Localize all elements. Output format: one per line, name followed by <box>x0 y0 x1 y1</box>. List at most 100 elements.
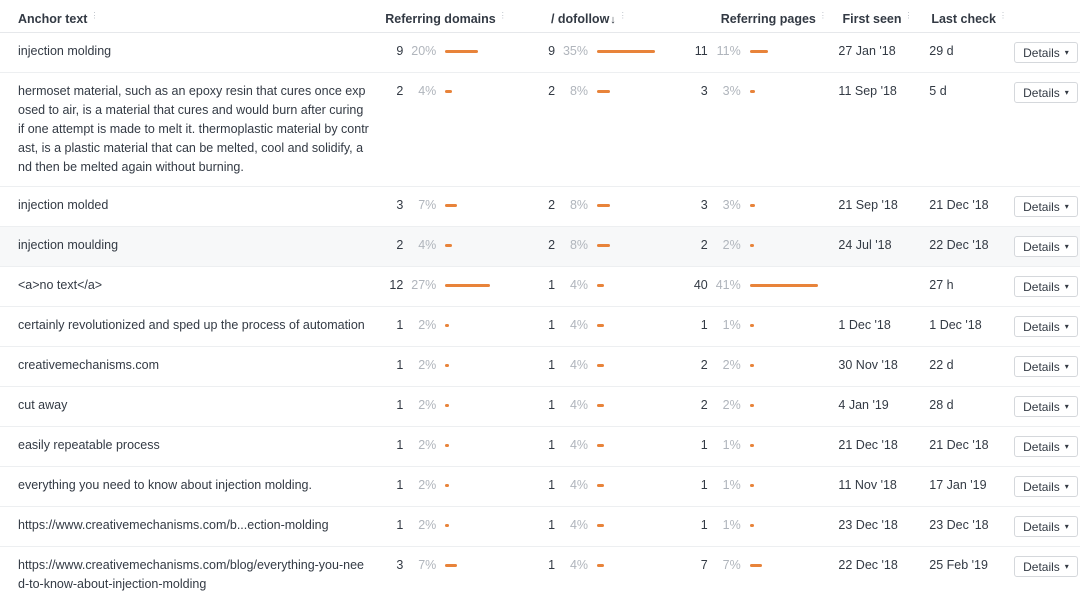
column-header-referring-domains[interactable]: Referring domains ⋮ <box>377 9 529 26</box>
first-seen-cell: 21 Sep '18 <box>836 196 920 215</box>
anchor-text-cell[interactable]: injection moulding <box>0 236 377 255</box>
last-check-cell: 29 d <box>920 42 1010 61</box>
details-button[interactable]: Details ▾ <box>1014 436 1078 457</box>
column-header-first-seen[interactable]: First seen ⋮ <box>836 9 920 26</box>
details-button[interactable]: Details ▾ <box>1014 476 1078 497</box>
details-button-label: Details <box>1023 279 1060 294</box>
referring-pages-cell: 1 1% <box>682 316 837 335</box>
referring-domains-bar-wrap <box>436 476 450 495</box>
anchor-text-cell[interactable]: creativemechanisms.com <box>0 356 377 375</box>
referring-domains-cell: 1 2% <box>377 316 529 335</box>
referring-domains-cell: 9 20% <box>377 42 529 61</box>
table-row[interactable]: injection moulding 2 4% 2 8% 2 2% 24 Jul '18 22 … <box>0 227 1080 267</box>
table-row[interactable]: easily repeatable process 1 2% 1 4% 1 1% 21 Dec… <box>0 427 1080 467</box>
dofollow-count: 1 <box>548 318 556 332</box>
table-row[interactable]: cut away 1 2% 1 4% 2 2% 4 Jan '19 28 d Details ▾ <box>0 387 1080 427</box>
table-row[interactable]: injection molded 3 7% 2 8% 3 3% 21 Sep '18 21 De… <box>0 187 1080 227</box>
dofollow-bar <box>597 204 611 207</box>
referring-domains-percent: 2% <box>418 318 437 332</box>
anchor-text-cell[interactable]: cut away <box>0 396 377 415</box>
details-button[interactable]: Details ▾ <box>1014 516 1078 537</box>
dofollow-cell: 1 4% <box>529 316 682 335</box>
referring-pages-bar <box>749 484 754 487</box>
referring-pages-cell: 7 7% <box>682 556 837 575</box>
dofollow-percent: 4% <box>569 478 589 492</box>
anchor-text-cell[interactable]: everything you need to know about inject… <box>0 476 377 495</box>
details-button[interactable]: Details ▾ <box>1014 356 1078 377</box>
first-seen-value: 21 Dec '18 <box>838 438 898 452</box>
dofollow-metric: 2 8% <box>529 196 682 215</box>
table-row[interactable]: injection molding 9 20% 9 35% 11 11% 27 Jan '18… <box>0 33 1080 73</box>
details-button[interactable]: Details ▾ <box>1014 556 1078 577</box>
info-icon[interactable]: ⋮ <box>819 11 827 20</box>
table-row[interactable]: certainly revolutionized and sped up the… <box>0 307 1080 347</box>
details-button[interactable]: Details ▾ <box>1014 82 1078 103</box>
info-icon[interactable]: ⋮ <box>90 11 98 20</box>
last-check-value: 28 d <box>929 398 954 412</box>
first-seen-cell: 1 Dec '18 <box>836 316 920 335</box>
anchor-text-cell[interactable]: certainly revolutionized and sped up the… <box>0 316 377 335</box>
referring-pages-percent: 2% <box>722 238 741 252</box>
details-button-label: Details <box>1023 239 1060 254</box>
anchor-text-cell[interactable]: injection molding <box>0 42 377 61</box>
details-button[interactable]: Details ▾ <box>1014 42 1078 63</box>
column-header-referring-pages[interactable]: Referring pages ⋮ <box>682 9 837 26</box>
info-icon[interactable]: ⋮ <box>905 11 913 20</box>
column-header-referring-pages-label: Referring pages <box>720 12 816 27</box>
referring-pages-bar-wrap <box>741 436 754 455</box>
last-check-value: 1 Dec '18 <box>929 318 982 332</box>
anchor-text-value: injection molding <box>18 44 112 58</box>
anchor-text-cell[interactable]: https://www.creativemechanisms.com/blog/… <box>0 556 377 594</box>
dofollow-bar <box>597 324 605 327</box>
details-cell: Details ▾ <box>1010 236 1080 257</box>
referring-pages-count: 1 <box>700 318 708 332</box>
first-seen-value: 23 Dec '18 <box>838 518 898 532</box>
referring-domains-bar <box>445 404 450 407</box>
anchor-text-cell[interactable]: injection molded <box>0 196 377 215</box>
first-seen-cell: 22 Dec '18 <box>836 556 920 575</box>
referring-pages-cell: 2 2% <box>682 396 837 415</box>
last-check-value: 22 d <box>929 358 954 372</box>
table-row[interactable]: everything you need to know about inject… <box>0 467 1080 507</box>
chevron-down-icon: ▾ <box>1064 88 1069 97</box>
table-row[interactable]: <a>no text</a> 12 27% 1 4% 40 41% 27 h Details ▾ <box>0 267 1080 307</box>
table-row[interactable]: hermoset material, such as an epoxy resi… <box>0 73 1080 187</box>
details-button-label: Details <box>1023 519 1060 534</box>
referring-domains-bar-wrap <box>436 516 450 535</box>
details-button[interactable]: Details ▾ <box>1014 196 1078 217</box>
details-button[interactable]: Details ▾ <box>1014 396 1078 417</box>
details-button[interactable]: Details ▾ <box>1014 316 1078 337</box>
referring-domains-percent: 2% <box>418 478 437 492</box>
info-icon[interactable]: ⋮ <box>499 11 507 20</box>
last-check-value: 21 Dec '18 <box>929 438 989 452</box>
referring-domains-metric: 9 20% <box>377 42 529 61</box>
referring-pages-metric: 3 3% <box>682 82 837 101</box>
dofollow-count: 1 <box>548 398 556 412</box>
anchor-text-value: injection moulding <box>18 238 119 252</box>
last-check-cell: 21 Dec '18 <box>920 436 1010 455</box>
info-icon[interactable]: ⋮ <box>999 11 1007 20</box>
column-header-last-check[interactable]: Last check ⋮ <box>920 9 1010 26</box>
first-seen-value: 30 Nov '18 <box>838 358 898 372</box>
dofollow-metric: 9 35% <box>529 42 682 61</box>
anchor-text-value: https://www.creativemechanisms.com/blog/… <box>18 558 364 591</box>
column-header-anchor-text[interactable]: Anchor text ⋮ <box>0 9 377 26</box>
first-seen-value: 24 Jul '18 <box>838 238 892 252</box>
chevron-down-icon: ▾ <box>1064 242 1069 251</box>
table-row[interactable]: creativemechanisms.com 1 2% 1 4% 2 2% 30 Nov '1… <box>0 347 1080 387</box>
sort-descending-icon[interactable]: ↓ <box>610 14 616 26</box>
referring-domains-bar <box>445 50 479 53</box>
anchor-text-cell[interactable]: https://www.creativemechanisms.com/b...e… <box>0 516 377 535</box>
info-icon[interactable]: ⋮ <box>619 11 627 20</box>
anchor-text-cell[interactable]: <a>no text</a> <box>0 276 377 295</box>
details-button[interactable]: Details ▾ <box>1014 276 1078 297</box>
table-row[interactable]: https://www.creativemechanisms.com/blog/… <box>0 547 1080 600</box>
table-row[interactable]: https://www.creativemechanisms.com/b...e… <box>0 507 1080 547</box>
last-check-value: 23 Dec '18 <box>929 518 989 532</box>
column-header-dofollow[interactable]: / dofollow↓ ⋮ <box>529 9 682 27</box>
anchor-text-cell[interactable]: hermoset material, such as an epoxy resi… <box>0 82 377 177</box>
referring-pages-count: 2 <box>700 238 708 252</box>
dofollow-cell: 2 8% <box>529 82 682 101</box>
anchor-text-cell[interactable]: easily repeatable process <box>0 436 377 455</box>
details-button[interactable]: Details ▾ <box>1014 236 1078 257</box>
